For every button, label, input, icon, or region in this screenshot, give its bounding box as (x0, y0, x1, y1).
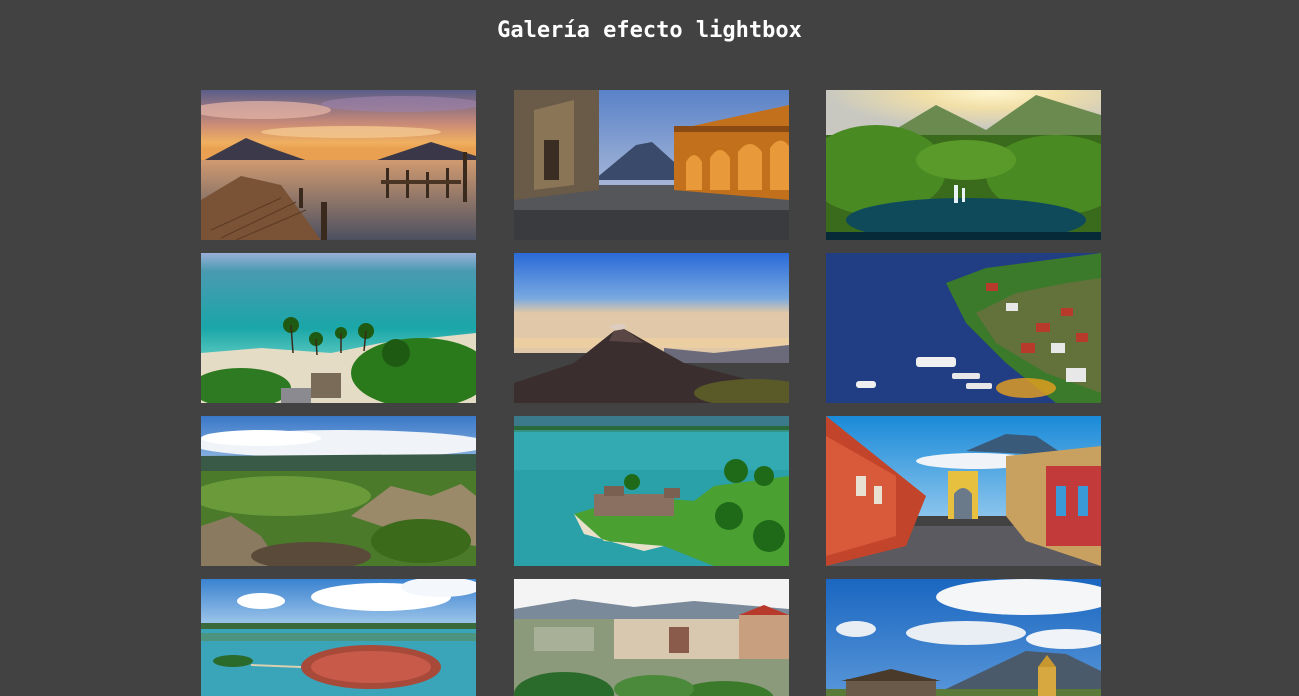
gallery-grid (201, 90, 1101, 696)
gallery-image-2 (513, 90, 789, 240)
gallery-thumbnail-7[interactable] (201, 416, 476, 566)
gallery-image-4 (201, 253, 476, 403)
gallery-thumbnail-2[interactable] (513, 90, 789, 240)
gallery-image-10 (201, 579, 476, 696)
gallery-thumbnail-5[interactable] (513, 253, 789, 403)
gallery-thumbnail-4[interactable] (201, 253, 476, 403)
gallery-thumbnail-3[interactable] (826, 90, 1101, 240)
gallery-image-9 (826, 416, 1101, 566)
gallery-image-11 (513, 579, 789, 696)
gallery-image-8 (513, 416, 789, 566)
gallery-image-6 (826, 253, 1101, 403)
gallery-thumbnail-11[interactable] (513, 579, 789, 696)
gallery-thumbnail-1[interactable] (201, 90, 476, 240)
page-title: Galería efecto lightbox (497, 18, 802, 43)
gallery-thumbnail-12[interactable] (826, 579, 1101, 696)
gallery-thumbnail-10[interactable] (201, 579, 476, 696)
gallery-image-3 (826, 90, 1101, 240)
gallery-image-5 (513, 253, 789, 403)
gallery-thumbnail-6[interactable] (826, 253, 1101, 403)
gallery-image-1 (201, 90, 476, 240)
gallery-thumbnail-9[interactable] (826, 416, 1101, 566)
gallery-image-12 (826, 579, 1101, 696)
gallery-thumbnail-8[interactable] (513, 416, 789, 566)
gallery-image-7 (201, 416, 476, 566)
